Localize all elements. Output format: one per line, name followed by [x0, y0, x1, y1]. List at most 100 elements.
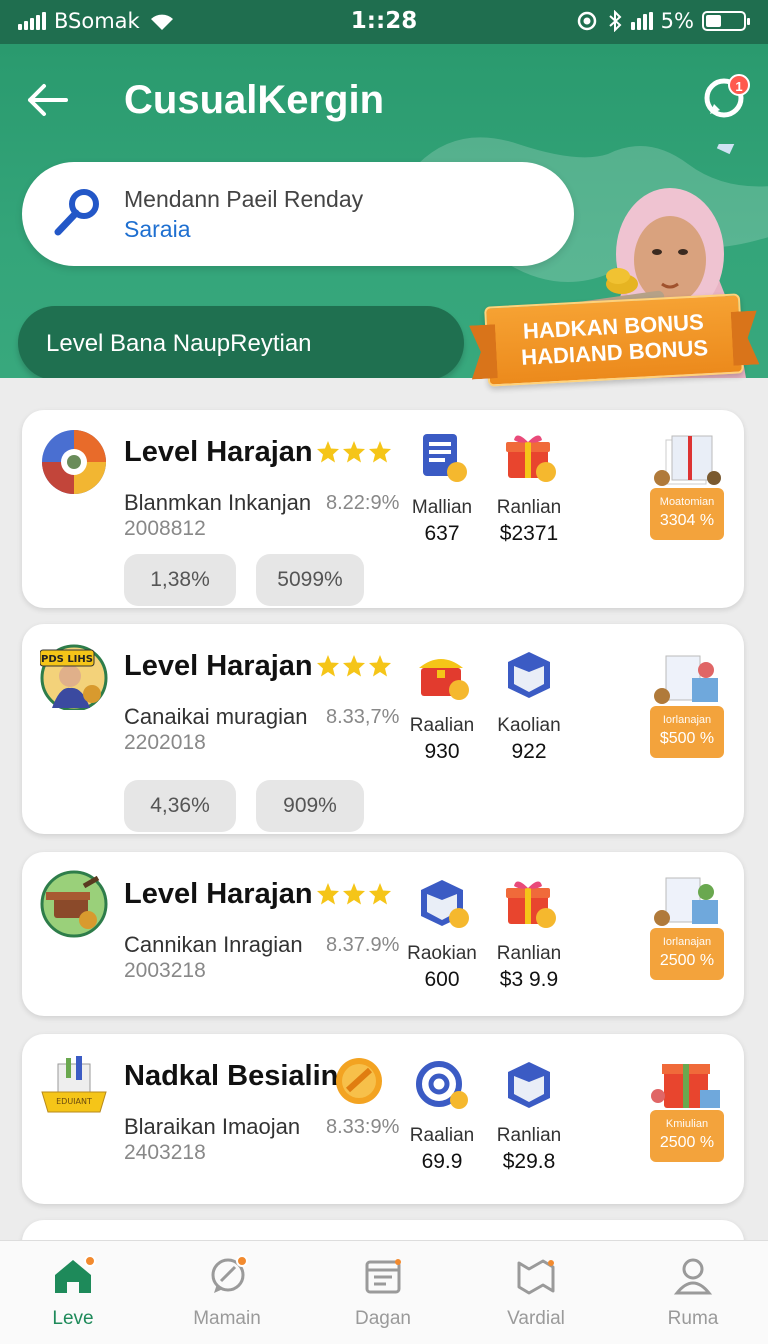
notification-badge: 1 — [728, 74, 750, 96]
card-code: 2202018 — [124, 731, 206, 754]
carrier-name: BSomak — [54, 9, 140, 33]
profile-icon — [673, 1258, 713, 1295]
star-rating — [316, 440, 392, 464]
notification-dot — [236, 1255, 248, 1267]
status-bar: BSomak 1::28 5% — [0, 0, 768, 44]
card-subtitle: Blaraikan Imaojan — [124, 1114, 301, 1139]
star-icon — [369, 441, 391, 463]
gift-stack-icon — [654, 877, 718, 926]
nav-label: Mamain — [193, 1308, 261, 1329]
stat-label: Ranlian — [496, 497, 562, 518]
bluetooth-icon — [609, 10, 622, 32]
gift-coin-icon — [506, 435, 556, 482]
battery-icon — [702, 11, 750, 31]
stat-block: Raokian 600 — [402, 876, 482, 992]
character-avatar-icon: PDS LIHS — [40, 644, 108, 710]
stat-value: 930 — [424, 740, 460, 763]
box-icon — [508, 1062, 550, 1108]
search-subtitle[interactable]: Saraia — [124, 216, 190, 243]
star-icon — [317, 441, 339, 463]
level-card[interactable]: Level Harajan Blanmkan Inkanjan 2008812 … — [22, 410, 744, 608]
level-card[interactable]: PDS LIHS Level Harajan Canaikai muragian… — [22, 624, 744, 834]
reward-caption: Iorlanajan — [662, 936, 712, 948]
card-code: 2003218 — [124, 959, 206, 982]
percent-chip[interactable]: 5099% — [256, 554, 364, 606]
nav-item-ruma[interactable]: Ruma — [638, 1255, 748, 1330]
bonus-ribbon[interactable]: HADKAN BONUS HADIAND BONUS — [484, 293, 744, 387]
level-pill-label: Level Bana NaupReytian — [46, 330, 312, 357]
nav-item-leve[interactable]: Leve — [18, 1255, 128, 1330]
reward-caption: Kmiulian — [665, 1118, 709, 1130]
reward-badge[interactable]: Moatomian 3304 % — [650, 432, 724, 548]
card-percent: 8.37.9% — [326, 934, 400, 956]
stat-label: Raalian — [409, 1125, 475, 1146]
gift-box-icon — [651, 1064, 720, 1108]
bottom-navigation: Leve Mamain Dagan Vardial Ruma — [0, 1240, 768, 1344]
card-subtitle: Cannikan Inragian — [124, 932, 303, 957]
card-code: 2403218 — [124, 1141, 206, 1164]
map-icon — [517, 1259, 555, 1295]
card-percent: 8.33,7% — [326, 706, 400, 728]
stat-block: Ranlian $29.8 — [489, 1058, 569, 1174]
gift-coin-icon — [506, 881, 556, 928]
star-icon — [369, 883, 391, 905]
search-card[interactable]: Mendann Paeil Renday Saraia — [22, 162, 574, 266]
reward-amount: 2500 % — [659, 952, 715, 969]
reward-badge[interactable]: Kmiulian 2500 % — [650, 1054, 724, 1170]
stat-value: 600 — [424, 968, 460, 991]
back-arrow-icon[interactable] — [22, 78, 72, 122]
key-icon — [54, 189, 99, 236]
nav-label: Vardial — [507, 1308, 565, 1329]
document-coin-icon — [423, 434, 467, 482]
orange-coin-icon — [336, 1058, 382, 1104]
gift-stack-icon — [654, 435, 721, 486]
reward-amount: 3304 % — [659, 512, 715, 529]
gift-stack-icon — [654, 655, 718, 704]
wifi-icon — [150, 14, 173, 30]
percent-chip[interactable]: 1,38% — [124, 554, 236, 606]
box-icon — [508, 652, 550, 698]
svg-text:EDUIANT: EDUIANT — [56, 1097, 92, 1106]
card-subtitle: Canaikai muragian — [124, 704, 308, 729]
nav-item-mamain[interactable]: Mamain — [172, 1255, 282, 1330]
star-icon — [369, 655, 391, 677]
level-pill-button[interactable]: Level Bana NaupReytian — [18, 306, 464, 378]
star-icon — [317, 883, 339, 905]
level-card[interactable]: EDUIANT Nadkal Besialin Blaraikan Imaoja… — [22, 1034, 744, 1204]
nav-label: Dagan — [355, 1308, 411, 1329]
stat-label: Ranlian — [496, 1125, 562, 1146]
stat-label: Ranlian — [496, 943, 562, 964]
card-code: 2008812 — [124, 517, 206, 540]
reward-badge[interactable]: Iorlanajan $500 % — [650, 650, 724, 766]
app-title: CusualKergin — [124, 78, 385, 122]
card-percent: 8.22:9% — [326, 492, 400, 514]
color-wheel-icon — [42, 430, 106, 494]
battery-percent: 5% — [660, 9, 694, 33]
reward-badge[interactable]: Iorlanajan 2500 % — [650, 872, 724, 988]
card-subtitle: Blanmkan Inkanjan — [124, 490, 312, 515]
star-icon — [343, 655, 365, 677]
level-card[interactable]: Level Harajan Cannikan Inragian 2003218 … — [22, 852, 744, 1016]
star-icon — [343, 441, 365, 463]
percent-chip[interactable]: 909% — [256, 780, 364, 832]
stat-label: Kaolian — [497, 715, 561, 736]
star-rating — [316, 882, 392, 906]
box-coin-icon — [421, 880, 469, 928]
nav-item-vardial[interactable]: Vardial — [481, 1255, 591, 1330]
reward-amount: $500 % — [659, 730, 715, 747]
stat-value: 69.9 — [421, 1150, 463, 1173]
card-title: Level Harajan — [124, 436, 313, 468]
stat-value: $3 9.9 — [499, 968, 559, 991]
stat-block: Kaolian 922 — [489, 648, 569, 764]
nav-label: Ruma — [667, 1308, 719, 1329]
target-coin-icon — [416, 1061, 468, 1109]
card-title: Level Harajan — [124, 878, 313, 910]
stat-label: Raalian — [409, 715, 475, 736]
notification-dot — [84, 1255, 96, 1267]
stat-block: Mallian 637 — [402, 430, 482, 546]
stat-block: Raalian 69.9 — [402, 1058, 482, 1174]
eye-icon — [577, 11, 596, 31]
stat-label: Raokian — [407, 943, 477, 964]
percent-chip[interactable]: 4,36% — [124, 780, 236, 832]
nav-item-dagan[interactable]: Dagan — [328, 1255, 438, 1330]
